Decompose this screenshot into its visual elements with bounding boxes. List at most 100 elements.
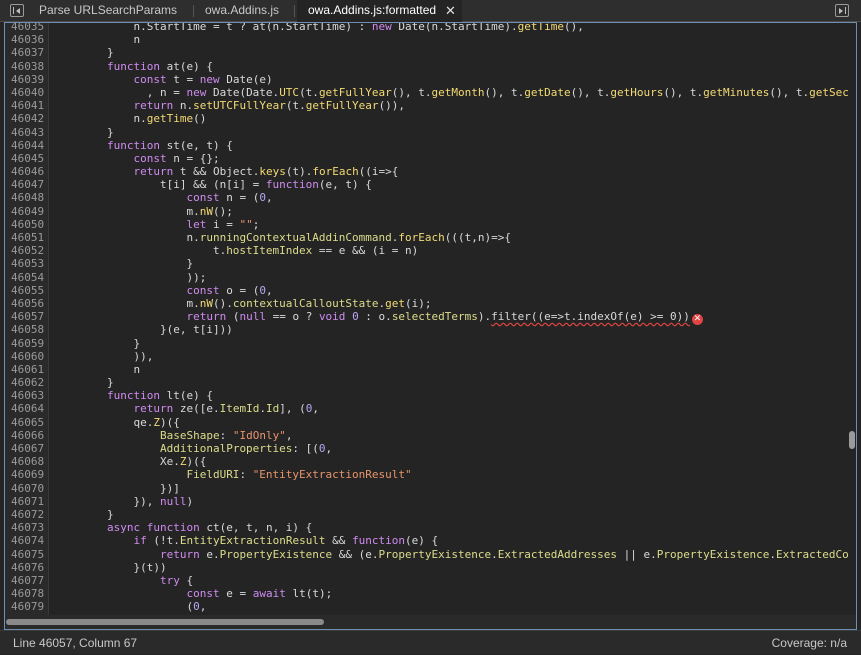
code-line[interactable]: 46039 const t = new Date(e) bbox=[5, 73, 856, 86]
code-line[interactable]: 46037 } bbox=[5, 46, 856, 59]
line-number[interactable]: 46069 bbox=[5, 468, 45, 481]
line-number[interactable]: 46058 bbox=[5, 323, 45, 336]
code-line[interactable]: 46063 function lt(e) { bbox=[5, 389, 856, 402]
line-number[interactable]: 46065 bbox=[5, 416, 45, 429]
code-line[interactable]: 46068 Xe.Z)({ bbox=[5, 455, 856, 468]
code-line[interactable]: 46056 m.nW().contextualCalloutState.get(… bbox=[5, 297, 856, 310]
code-line[interactable]: 46055 const o = (0, bbox=[5, 284, 856, 297]
code-line[interactable]: 46043 } bbox=[5, 126, 856, 139]
code-line[interactable]: 46069 FieldURI: "EntityExtractionResult" bbox=[5, 468, 856, 481]
line-number[interactable]: 46075 bbox=[5, 548, 45, 561]
line-number[interactable]: 46035 bbox=[5, 23, 45, 33]
code-line[interactable]: 46046 return t && Object.keys(t).forEach… bbox=[5, 165, 856, 178]
code-line[interactable]: 46035 n.StartTime = t ? at(n.StartTime) … bbox=[5, 23, 856, 33]
code-line[interactable]: 46036 n bbox=[5, 33, 856, 46]
code-line[interactable]: 46058 }(e, t[i])) bbox=[5, 323, 856, 336]
horizontal-scrollbar-thumb[interactable] bbox=[6, 619, 324, 625]
code-line[interactable]: 46073 async function ct(e, t, n, i) { bbox=[5, 521, 856, 534]
code-line[interactable]: 46061 n bbox=[5, 363, 856, 376]
line-number[interactable]: 46074 bbox=[5, 534, 45, 547]
code-editor[interactable]: 46035 n.StartTime = t ? at(n.StartTime) … bbox=[4, 22, 857, 630]
line-number[interactable]: 46059 bbox=[5, 337, 45, 350]
line-number[interactable]: 46061 bbox=[5, 363, 45, 376]
line-number[interactable]: 46072 bbox=[5, 508, 45, 521]
code-line[interactable]: 46050 let i = ""; bbox=[5, 218, 856, 231]
tab-owa-addins-js-formatted[interactable]: owa.Addins.js:formatted ✕ bbox=[297, 0, 462, 22]
line-number[interactable]: 46041 bbox=[5, 99, 45, 112]
line-number[interactable]: 46066 bbox=[5, 429, 45, 442]
line-number[interactable]: 46052 bbox=[5, 244, 45, 257]
code-line[interactable]: 46054 )); bbox=[5, 271, 856, 284]
line-number[interactable]: 46057 bbox=[5, 310, 45, 323]
code-line[interactable]: 46079 (0, bbox=[5, 600, 856, 613]
code-line[interactable]: 46038 function at(e) { bbox=[5, 60, 856, 73]
line-number[interactable]: 46068 bbox=[5, 455, 45, 468]
line-number[interactable]: 46054 bbox=[5, 271, 45, 284]
line-number[interactable]: 46079 bbox=[5, 600, 45, 613]
line-number[interactable]: 46078 bbox=[5, 587, 45, 600]
code-line[interactable]: 46066 BaseShape: "IdOnly", bbox=[5, 429, 856, 442]
code-line[interactable]: 46053 } bbox=[5, 257, 856, 270]
line-number[interactable]: 46036 bbox=[5, 33, 45, 46]
code-line[interactable]: 46067 AdditionalProperties: [(0, bbox=[5, 442, 856, 455]
line-number[interactable]: 46037 bbox=[5, 46, 45, 59]
show-navigator-icon[interactable] bbox=[10, 4, 24, 17]
code-line[interactable]: 46074 if (!t.EntityExtractionResult && f… bbox=[5, 534, 856, 547]
code-line[interactable]: 46044 function st(e, t) { bbox=[5, 139, 856, 152]
line-number[interactable]: 46050 bbox=[5, 218, 45, 231]
line-number[interactable]: 46042 bbox=[5, 112, 45, 125]
code-line[interactable]: 46051 n.runningContextualAddinCommand.fo… bbox=[5, 231, 856, 244]
line-number[interactable]: 46062 bbox=[5, 376, 45, 389]
line-number[interactable]: 46055 bbox=[5, 284, 45, 297]
line-number[interactable]: 46071 bbox=[5, 495, 45, 508]
line-number[interactable]: 46060 bbox=[5, 350, 45, 363]
line-number[interactable]: 46067 bbox=[5, 442, 45, 455]
line-number[interactable]: 46070 bbox=[5, 482, 45, 495]
line-number[interactable]: 46039 bbox=[5, 73, 45, 86]
horizontal-scrollbar[interactable] bbox=[5, 615, 856, 629]
line-number[interactable]: 46073 bbox=[5, 521, 45, 534]
code-line[interactable]: 46060 )), bbox=[5, 350, 856, 363]
code-line[interactable]: 46048 const n = (0, bbox=[5, 191, 856, 204]
line-number[interactable]: 46076 bbox=[5, 561, 45, 574]
line-number[interactable]: 46045 bbox=[5, 152, 45, 165]
tab-owa-addins-js[interactable]: owa.Addins.js bbox=[194, 0, 294, 21]
show-debugger-icon[interactable] bbox=[835, 4, 849, 17]
line-number[interactable]: 46043 bbox=[5, 126, 45, 139]
code-line[interactable]: 46078 const e = await lt(t); bbox=[5, 587, 856, 600]
code-line[interactable]: 46072 } bbox=[5, 508, 856, 521]
code-line[interactable]: 46064 return ze([e.ItemId.Id], (0, bbox=[5, 402, 856, 415]
code-line[interactable]: 46070 })] bbox=[5, 482, 856, 495]
code-line[interactable]: 46062 } bbox=[5, 376, 856, 389]
line-number[interactable]: 46049 bbox=[5, 205, 45, 218]
code-line[interactable]: 46047 t[i] && (n[i] = function(e, t) { bbox=[5, 178, 856, 191]
code-line[interactable]: 46042 n.getTime() bbox=[5, 112, 856, 125]
cursor-position[interactable]: Line 46057, Column 67 bbox=[13, 631, 137, 655]
code-line[interactable]: 46075 return e.PropertyExistence && (e.P… bbox=[5, 548, 856, 561]
line-number[interactable]: 46051 bbox=[5, 231, 45, 244]
line-number[interactable]: 46064 bbox=[5, 402, 45, 415]
vertical-scrollbar-thumb[interactable] bbox=[849, 431, 855, 449]
code-line[interactable]: 46077 try { bbox=[5, 574, 856, 587]
line-number[interactable]: 46040 bbox=[5, 86, 45, 99]
line-number[interactable]: 46056 bbox=[5, 297, 45, 310]
line-number[interactable]: 46038 bbox=[5, 60, 45, 73]
code-line[interactable]: 46040 , n = new Date(Date.UTC(t.getFullY… bbox=[5, 86, 856, 99]
code-line[interactable]: 46076 }(t)) bbox=[5, 561, 856, 574]
code-line[interactable]: 46059 } bbox=[5, 337, 856, 350]
line-number[interactable]: 46063 bbox=[5, 389, 45, 402]
code-line[interactable]: 46065 qe.Z)({ bbox=[5, 416, 856, 429]
code-line[interactable]: 46041 return n.setUTCFullYear(t.getFullY… bbox=[5, 99, 856, 112]
line-number[interactable]: 46046 bbox=[5, 165, 45, 178]
code-line[interactable]: 46045 const n = {}; bbox=[5, 152, 856, 165]
code-line[interactable]: 46071 }), null) bbox=[5, 495, 856, 508]
tab-parse-urlsearchparams[interactable]: Parse URLSearchParams bbox=[28, 0, 193, 21]
code-line[interactable]: 46049 m.nW(); bbox=[5, 205, 856, 218]
line-number[interactable]: 46077 bbox=[5, 574, 45, 587]
line-number[interactable]: 46047 bbox=[5, 178, 45, 191]
code-line[interactable]: 46052 t.hostItemIndex == e && (i = n) bbox=[5, 244, 856, 257]
line-number[interactable]: 46048 bbox=[5, 191, 45, 204]
close-tab-icon[interactable]: ✕ bbox=[445, 0, 456, 21]
code-line[interactable]: 46057 return (null == o ? void 0 : o.sel… bbox=[5, 310, 856, 326]
line-number[interactable]: 46044 bbox=[5, 139, 45, 152]
